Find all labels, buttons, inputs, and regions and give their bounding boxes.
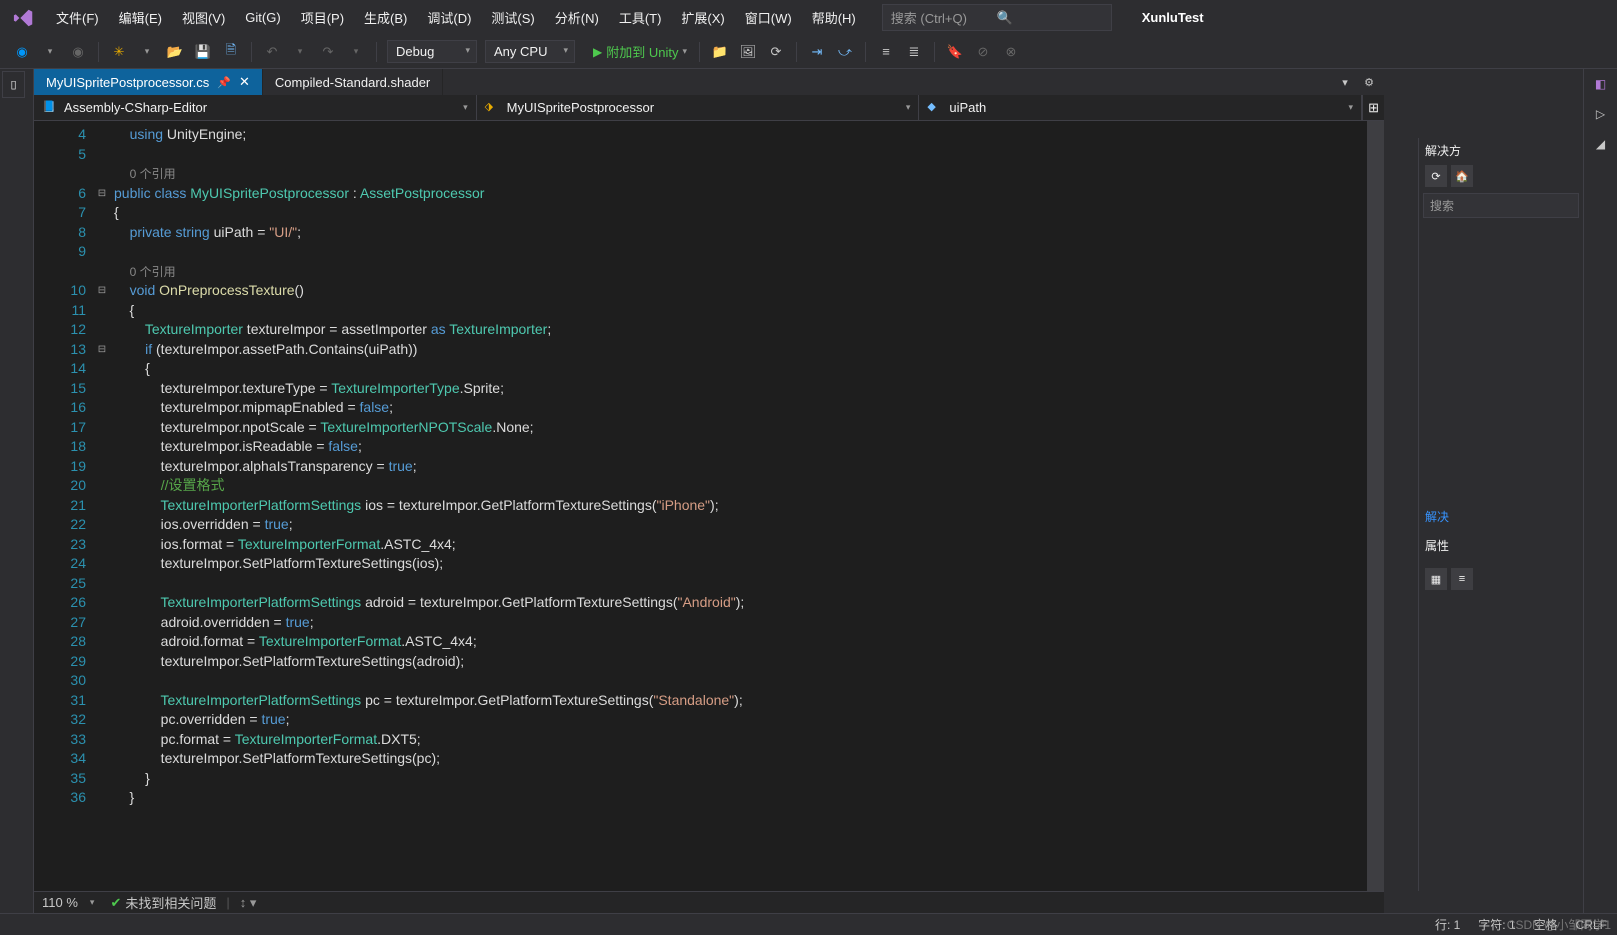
vertical-scrollbar[interactable]: [1367, 121, 1384, 891]
vs-logo-icon: [12, 6, 36, 30]
tab-settings-icon[interactable]: ⚙: [1360, 73, 1378, 91]
left-sidebar: ▯: [0, 69, 34, 913]
nav-class-combo[interactable]: ⬗ MyUISpritePostprocessor: [477, 95, 920, 120]
menubar: 文件(F) 编辑(E) 视图(V) Git(G) 项目(P) 生成(B) 调试(…: [0, 0, 1617, 35]
nav-member-combo[interactable]: ◆ uiPath: [919, 95, 1362, 120]
split-editor-button[interactable]: ⊞: [1362, 95, 1384, 120]
menu-tools[interactable]: 工具(T): [609, 3, 672, 32]
save-all-button[interactable]: 🗎: [219, 40, 243, 64]
tab-compiled-shader[interactable]: Compiled-Standard.shader: [263, 69, 443, 95]
open-button[interactable]: 📂: [163, 40, 187, 64]
right-panel: 解决方 ⟳ 🏠 搜索 解决 属性 ▦ ≡: [1418, 138, 1583, 891]
code-body[interactable]: using UnityEngine; 0 个引用public class MyU…: [110, 121, 1367, 891]
nav-back-dd[interactable]: ▾: [38, 40, 62, 64]
solution-explorer-title[interactable]: 解决方: [1419, 138, 1583, 163]
save-button[interactable]: 💾: [191, 40, 215, 64]
menu-debug[interactable]: 调试(D): [417, 3, 481, 32]
menu-test[interactable]: 测试(S): [481, 3, 544, 32]
property-sort-icon[interactable]: ≡: [1451, 568, 1473, 590]
redo-dd[interactable]: ▾: [344, 40, 368, 64]
document-tabs: MyUISpritePostprocessor.cs 📌 ✕ Compiled-…: [34, 69, 1384, 95]
quick-search[interactable]: 搜索 (Ctrl+Q) 🔍: [882, 4, 1112, 31]
nav-member-label: uiPath: [949, 100, 986, 115]
nav-fwd-button[interactable]: ◉: [66, 40, 90, 64]
tab-dropdown-icon[interactable]: ▾: [1336, 73, 1354, 91]
code-editor[interactable]: 4567891011121314151617181920212223242526…: [34, 121, 1384, 891]
solution-name: XunluTest: [1142, 10, 1204, 25]
folder-icon[interactable]: 📁: [708, 40, 732, 64]
zoom-level[interactable]: 110 %: [42, 895, 78, 910]
right-rail: ◧ ▷ ◢: [1583, 69, 1617, 913]
issue-nav-icon[interactable]: ↕ ▾: [240, 895, 257, 911]
menu-git[interactable]: Git(G): [235, 5, 290, 30]
ok-icon: ✔: [110, 895, 121, 911]
refresh-icon[interactable]: ⟳: [764, 40, 788, 64]
status-line[interactable]: 行: 1: [1435, 916, 1460, 933]
menu-help[interactable]: 帮助(H): [802, 3, 866, 32]
image-icon[interactable]: 🖼: [736, 40, 760, 64]
field-icon: ◆: [927, 100, 943, 116]
property-cat-icon[interactable]: ▦: [1425, 568, 1447, 590]
collapse-icon[interactable]: ◢: [1587, 131, 1615, 157]
live-share-icon[interactable]: ◧: [1587, 71, 1615, 97]
play-outline-icon[interactable]: ▷: [1587, 101, 1615, 127]
menu-analyze[interactable]: 分析(N): [545, 3, 609, 32]
issues-text: 未找到相关问题: [125, 893, 216, 912]
uncomment-icon[interactable]: ⊗: [999, 40, 1023, 64]
solution-search[interactable]: 搜索: [1423, 193, 1579, 218]
sync-icon[interactable]: ⟳: [1425, 165, 1447, 187]
new-dd[interactable]: ▾: [135, 40, 159, 64]
tab-label: MyUISpritePostprocessor.cs: [46, 75, 209, 90]
solution-link[interactable]: 解决: [1419, 502, 1583, 531]
server-explorer-tab[interactable]: ▯: [2, 71, 25, 98]
editor-region: MyUISpritePostprocessor.cs 📌 ✕ Compiled-…: [34, 69, 1384, 913]
bookmark-icon[interactable]: 🔖: [943, 40, 967, 64]
chevron-down-icon: ▾: [682, 46, 687, 57]
menu-project[interactable]: 项目(P): [291, 3, 354, 32]
toolbar: ◉ ▾ ◉ ✳ ▾ 📂 💾 🗎 ↶ ▾ ↷ ▾ Debug Any CPU 附加…: [0, 35, 1617, 69]
redo-button[interactable]: ↷: [316, 40, 340, 64]
quick-search-placeholder: 搜索 (Ctrl+Q): [891, 8, 997, 27]
undo-button[interactable]: ↶: [260, 40, 284, 64]
editor-status-strip: 110 % ▾ ✔ 未找到相关问题 | ↕ ▾: [34, 891, 1384, 913]
new-item-button[interactable]: ✳: [107, 40, 131, 64]
close-icon[interactable]: ✕: [239, 74, 250, 90]
menu-extensions[interactable]: 扩展(X): [671, 3, 734, 32]
menu-window[interactable]: 窗口(W): [735, 3, 802, 32]
indent-icon[interactable]: ≡: [874, 40, 898, 64]
navigation-bar: 📘 Assembly-CSharp-Editor ⬗ MyUISpritePos…: [34, 95, 1384, 121]
nav-scope-label: Assembly-CSharp-Editor: [64, 100, 207, 115]
search-icon: 🔍: [997, 10, 1103, 26]
menu-edit[interactable]: 编辑(E): [109, 3, 172, 32]
class-icon: ⬗: [485, 100, 501, 116]
statusbar: 行: 1 字符: 1 空格 CRLF: [0, 913, 1617, 935]
tab-myuisprite[interactable]: MyUISpritePostprocessor.cs 📌 ✕: [34, 69, 263, 95]
menu-file[interactable]: 文件(F): [46, 3, 109, 32]
platform-combo[interactable]: Any CPU: [485, 40, 575, 63]
properties-heading[interactable]: 属性: [1419, 531, 1583, 560]
outdent-icon[interactable]: ≣: [902, 40, 926, 64]
csharp-project-icon: 📘: [42, 100, 58, 116]
fold-gutter[interactable]: ⊟⊟⊟: [94, 121, 110, 891]
menu-build[interactable]: 生成(B): [354, 3, 417, 32]
nav-scope-combo[interactable]: 📘 Assembly-CSharp-Editor: [34, 95, 477, 120]
watermark: CSDN @小邹同学1: [1507, 916, 1611, 933]
config-combo[interactable]: Debug: [387, 40, 477, 63]
line-number-gutter: 4567891011121314151617181920212223242526…: [34, 121, 94, 891]
attach-unity-button[interactable]: 附加到 Unity▾: [587, 39, 693, 64]
comment-icon[interactable]: ⊘: [971, 40, 995, 64]
home-icon[interactable]: 🏠: [1451, 165, 1473, 187]
nav-back-button[interactable]: ◉: [10, 40, 34, 64]
nav-class-label: MyUISpritePostprocessor: [507, 100, 654, 115]
undo-dd[interactable]: ▾: [288, 40, 312, 64]
step-over-icon[interactable]: ⤻: [833, 40, 857, 64]
tab-label: Compiled-Standard.shader: [275, 75, 430, 90]
pin-icon[interactable]: 📌: [217, 76, 231, 89]
step-into-icon[interactable]: ⇥: [805, 40, 829, 64]
menu-view[interactable]: 视图(V): [172, 3, 235, 32]
zoom-dd-icon[interactable]: ▾: [90, 897, 95, 908]
